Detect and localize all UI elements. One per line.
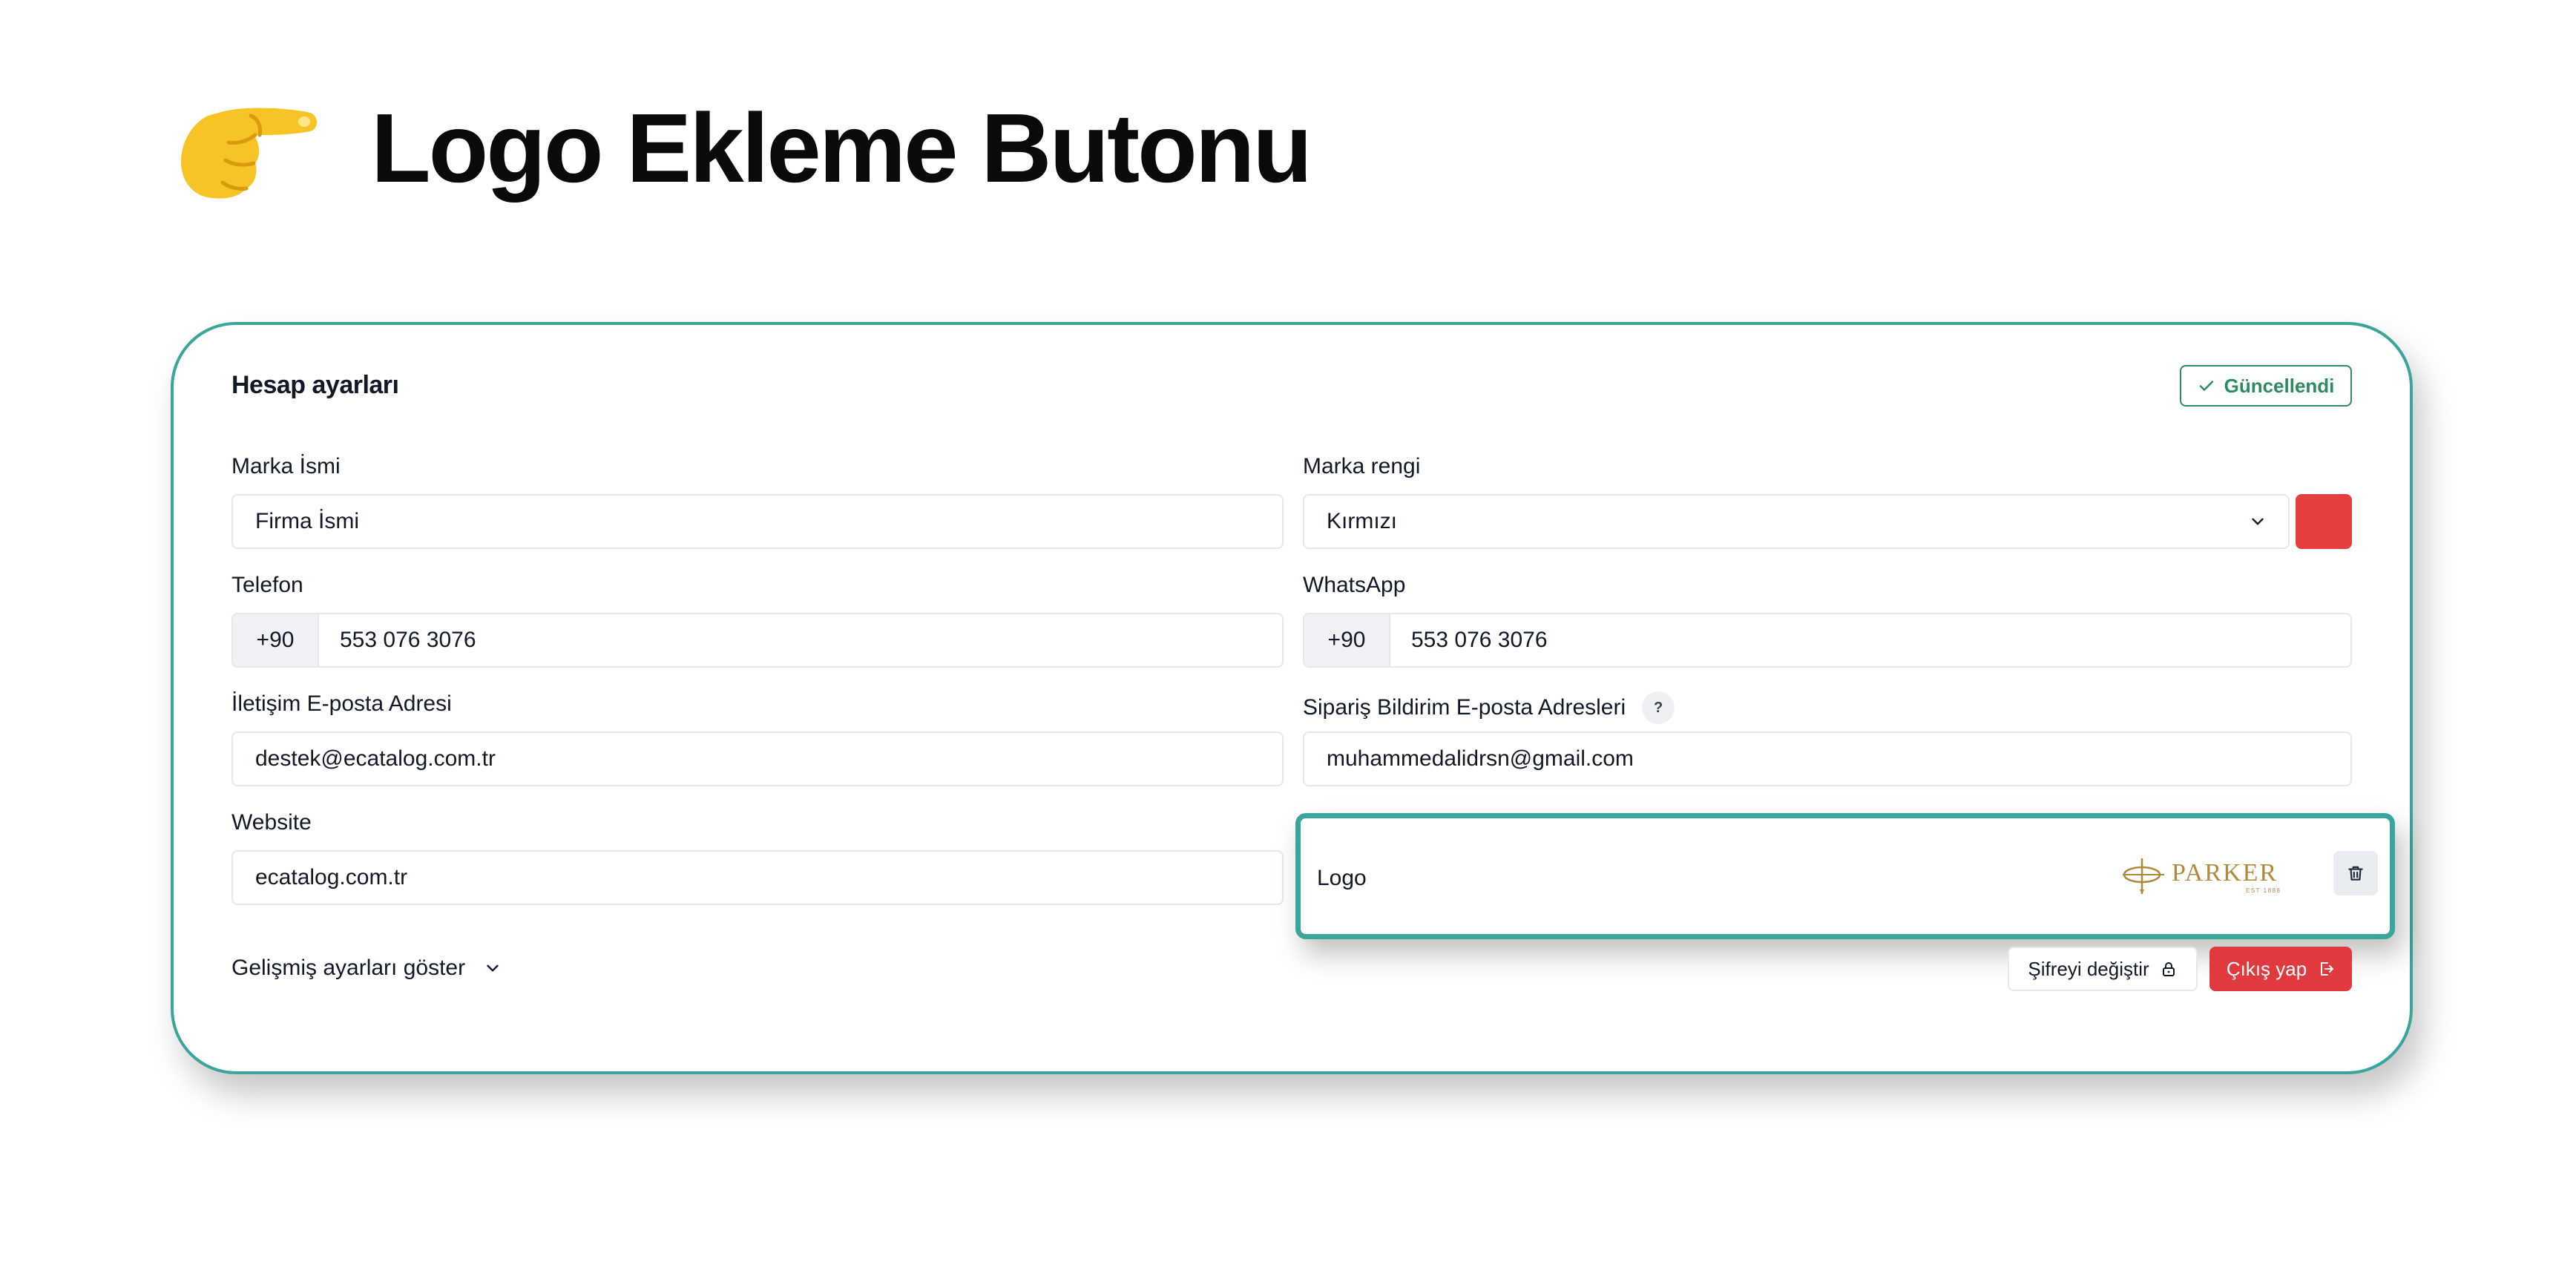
website-value: ecatalog.com.tr <box>255 865 408 890</box>
brand-name-label: Marka İsmi <box>231 454 341 479</box>
brand-color-swatch[interactable] <box>2296 494 2352 549</box>
logout-button[interactable]: Çıkış yap <box>2209 947 2352 991</box>
page-header: Logo Ekleme Butonu <box>172 89 1312 208</box>
check-icon <box>2199 381 2213 391</box>
phone-label: Telefon <box>231 573 303 597</box>
phone-prefix: +90 <box>233 614 319 666</box>
trash-icon <box>2348 866 2363 881</box>
contact-email-value: destek@ecatalog.com.tr <box>255 746 496 771</box>
card-title: Hesap ayarları <box>231 371 399 399</box>
brand-color-value: Kırmızı <box>1327 509 1397 533</box>
whatsapp-input[interactable]: +90 553 076 3076 <box>1303 613 2352 668</box>
advanced-settings-toggle[interactable]: Gelişmiş ayarları göster <box>231 956 502 981</box>
help-icon[interactable]: ? <box>1642 691 1675 724</box>
order-email-label: Sipariş Bildirim E-posta Adresleri <box>1303 695 1626 720</box>
backhand-index-pointing-right-icon <box>181 108 317 199</box>
phone-value: 553 076 3076 <box>340 628 476 652</box>
logo-label: Logo <box>1317 866 1367 890</box>
parker-brand-text: PARKER <box>2172 859 2278 887</box>
order-email-input[interactable]: muhammedalidrsn@gmail.com <box>1303 731 2352 786</box>
logo-upload-row[interactable]: Logo PARKER EST 1888 <box>1295 813 2395 939</box>
page-title: Logo Ekleme Butonu <box>371 93 1312 203</box>
whatsapp-label: WhatsApp <box>1303 573 1406 597</box>
website-label: Website <box>231 810 312 835</box>
whatsapp-prefix: +90 <box>1304 614 1390 666</box>
brand-color-select[interactable]: Kırmızı <box>1303 494 2290 549</box>
chevron-down-icon <box>487 964 499 972</box>
change-password-button[interactable]: Şifreyi değiştir <box>2008 947 2198 991</box>
updated-button[interactable]: Güncellendi <box>2180 365 2352 407</box>
contact-email-label: İletişim E-posta Adresi <box>231 691 452 716</box>
logout-label: Çıkış yap <box>2226 957 2307 980</box>
advanced-settings-label: Gelişmiş ayarları göster <box>231 956 466 980</box>
logout-icon <box>2321 962 2334 976</box>
order-email-value: muhammedalidrsn@gmail.com <box>1327 746 1634 771</box>
order-email-label-row: Sipariş Bildirim E-posta Adresleri ? <box>1303 691 1675 724</box>
change-password-label: Şifreyi değiştir <box>2028 957 2149 980</box>
contact-email-input[interactable]: destek@ecatalog.com.tr <box>231 731 1284 786</box>
account-settings-card: Hesap ayarları Güncellendi Marka İsmi Fi… <box>171 322 2413 1074</box>
lock-icon <box>2162 962 2175 976</box>
updated-label: Güncellendi <box>2224 374 2335 397</box>
brand-color-label: Marka rengi <box>1303 454 1421 479</box>
brand-name-input[interactable]: Firma İsmi <box>231 494 1284 549</box>
brand-name-value: Firma İsmi <box>255 509 359 533</box>
delete-logo-button[interactable] <box>2333 851 2378 895</box>
chevron-down-icon <box>2252 518 2264 525</box>
parker-brand-subtext: EST 1888 <box>2246 887 2281 894</box>
whatsapp-value: 553 076 3076 <box>1411 628 1548 652</box>
phone-input[interactable]: +90 553 076 3076 <box>231 613 1284 668</box>
parker-logo-image: PARKER EST 1888 <box>2123 858 2281 894</box>
website-input[interactable]: ecatalog.com.tr <box>231 850 1284 905</box>
